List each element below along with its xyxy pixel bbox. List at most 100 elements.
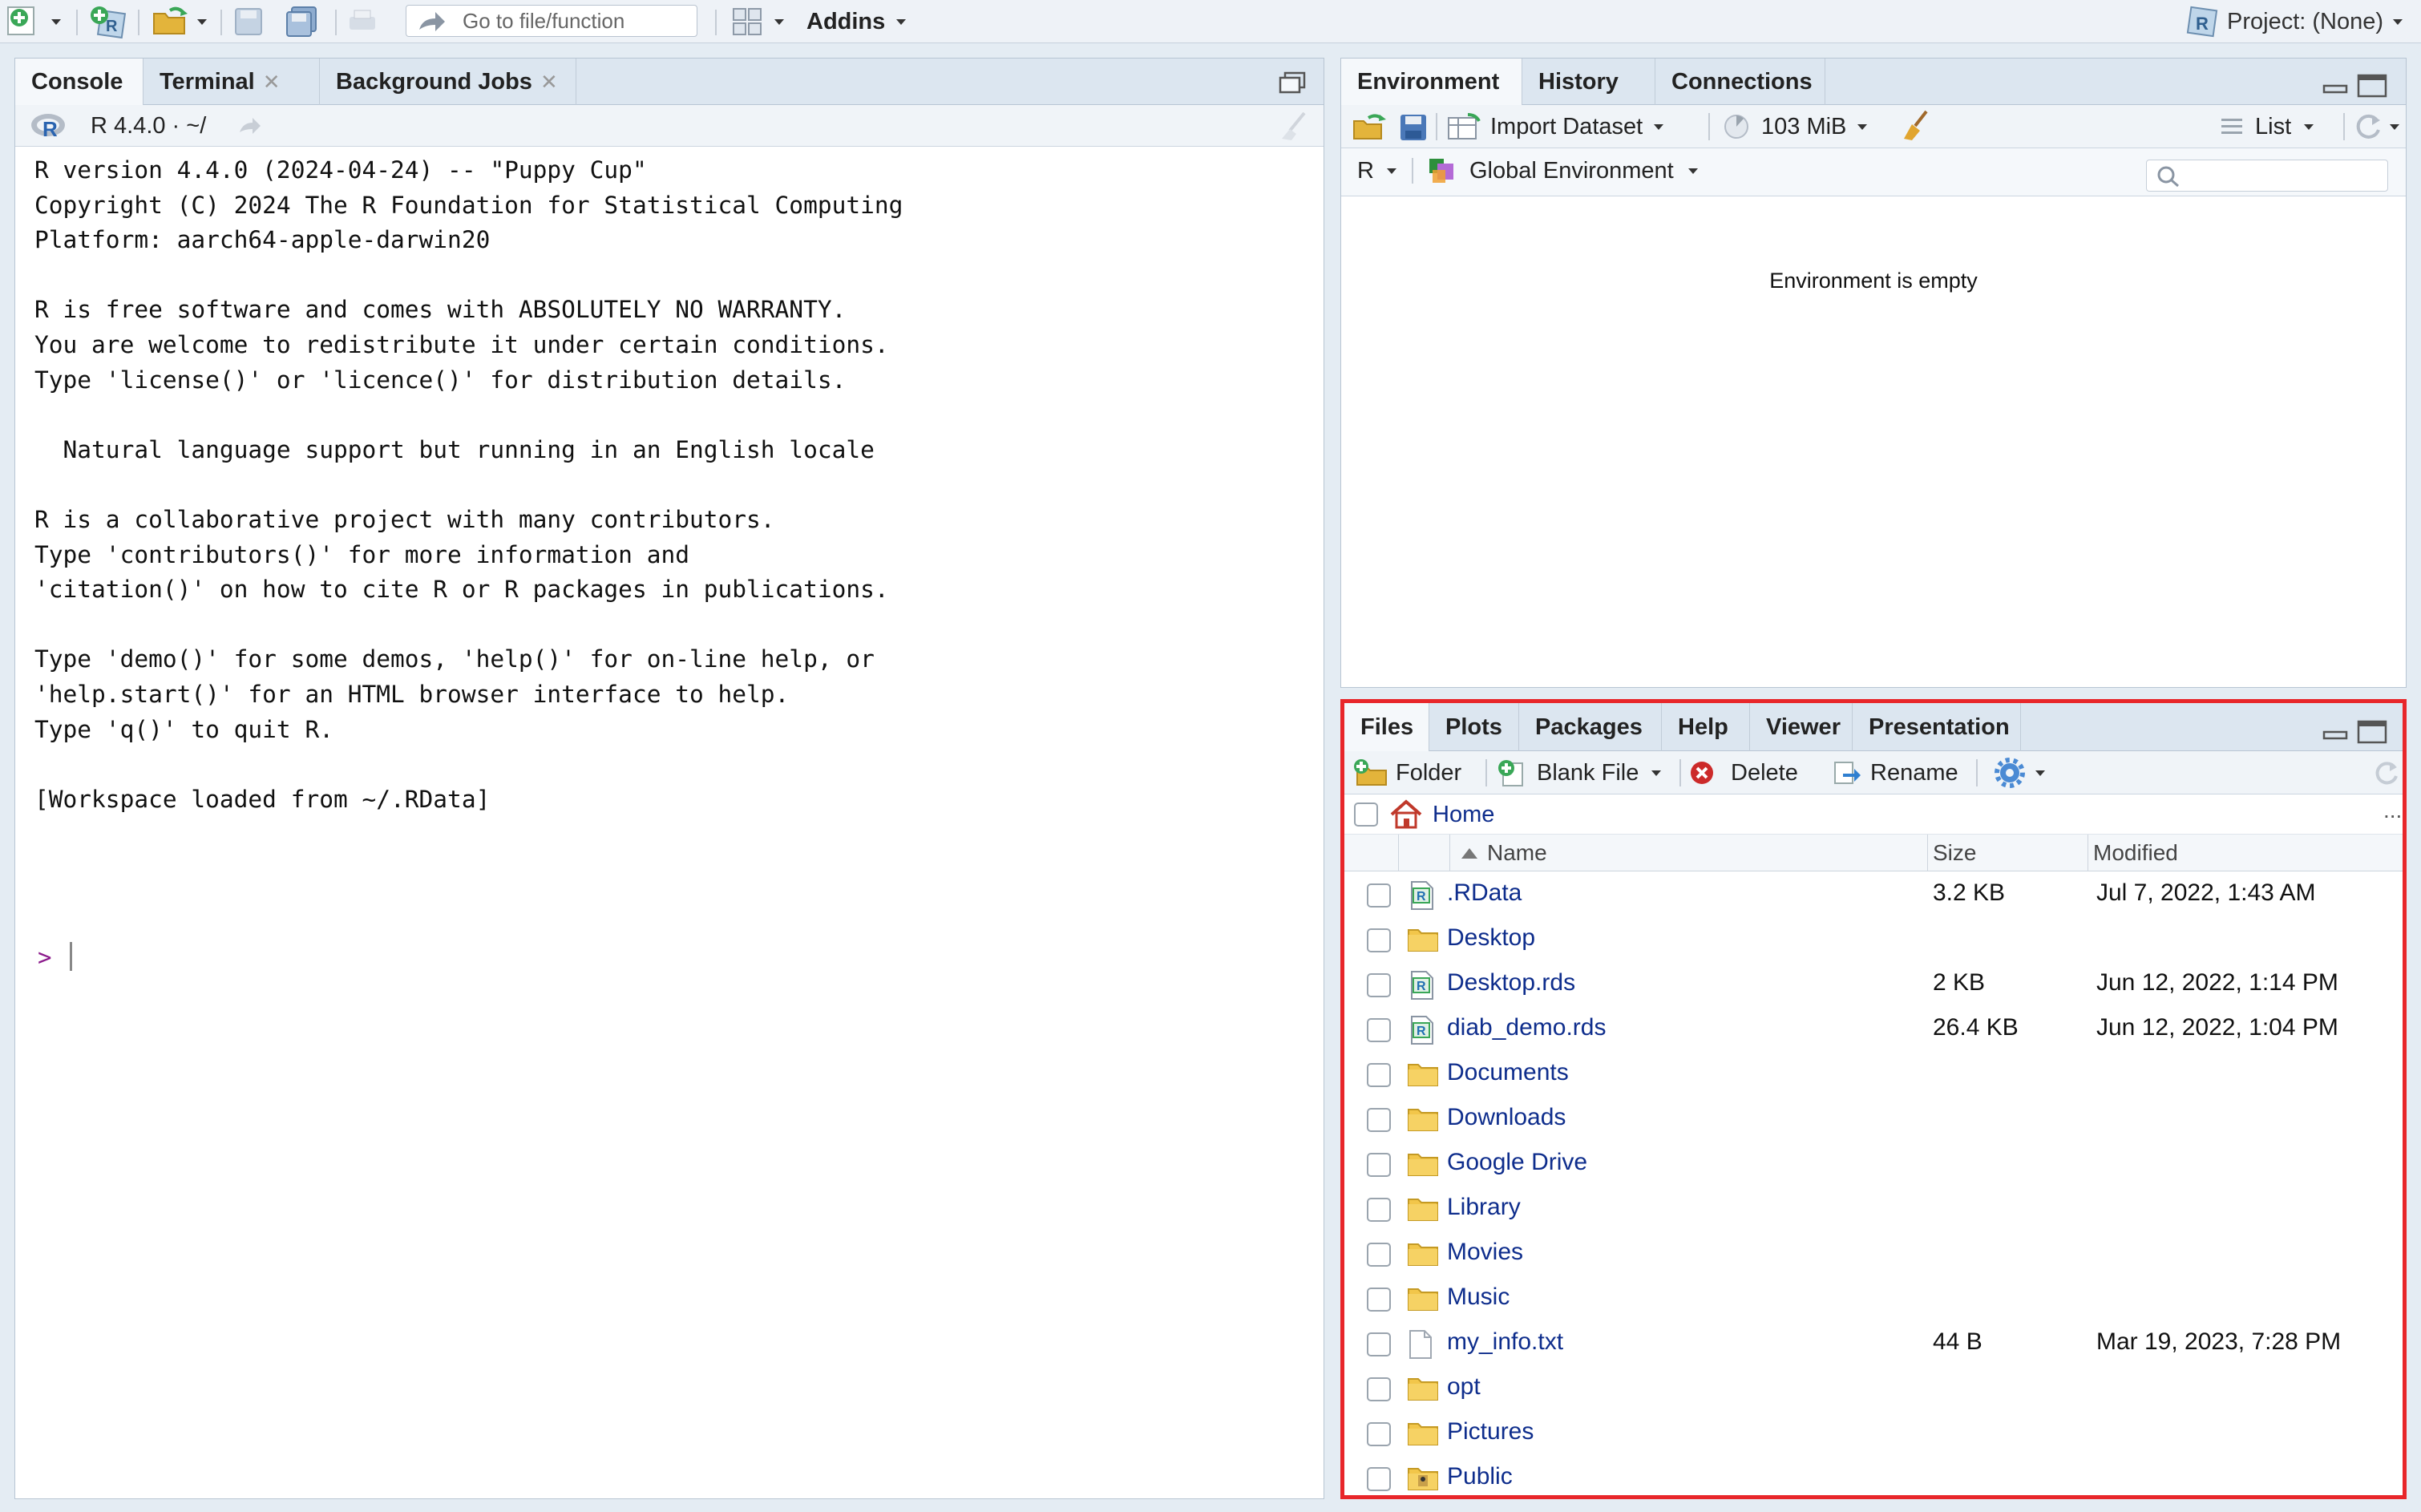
file-checkbox[interactable] bbox=[1367, 1377, 1391, 1401]
tab-background-jobs[interactable]: Background Jobs ✕ bbox=[320, 59, 576, 105]
file-row[interactable]: Movies bbox=[1344, 1232, 2403, 1277]
maximize-pane-icon[interactable] bbox=[2356, 719, 2388, 745]
maximize-pane-icon[interactable] bbox=[2356, 73, 2388, 99]
import-dataset-button[interactable]: Import Dataset bbox=[1447, 105, 1664, 148]
tab-plots[interactable]: Plots bbox=[1429, 703, 1519, 751]
save-button[interactable] bbox=[232, 0, 265, 43]
file-row[interactable]: R Desktop.rds 2 KB Jun 12, 2022, 1:14 PM bbox=[1344, 963, 2403, 1008]
file-checkbox[interactable] bbox=[1367, 928, 1391, 952]
home-icon[interactable] bbox=[1389, 799, 1423, 830]
file-row[interactable]: my_info.txt 44 B Mar 19, 2023, 7:28 PM bbox=[1344, 1322, 2403, 1367]
file-row[interactable]: Pictures bbox=[1344, 1412, 2403, 1457]
project-menu[interactable]: R Project: (None) bbox=[2185, 0, 2403, 43]
size-column-header[interactable]: Size bbox=[1928, 835, 2088, 871]
minimize-pane-icon[interactable] bbox=[2321, 73, 2350, 97]
minimize-pane-icon[interactable] bbox=[2321, 719, 2350, 743]
tab-connections[interactable]: Connections bbox=[1655, 59, 1825, 105]
file-name-link[interactable]: Pictures bbox=[1447, 1418, 1534, 1445]
tab-presentation[interactable]: Presentation bbox=[1853, 703, 2021, 751]
file-row[interactable]: Music bbox=[1344, 1277, 2403, 1322]
file-row[interactable]: Rdiab_demo.rds 26.4 KB Jun 12, 2022, 1:04 … bbox=[1344, 1008, 2403, 1053]
file-name-link[interactable]: Movies bbox=[1447, 1239, 1523, 1266]
more-path-button[interactable]: ... bbox=[2383, 798, 2402, 823]
file-checkbox[interactable] bbox=[1367, 1332, 1391, 1356]
refresh-icon[interactable] bbox=[2372, 759, 2401, 786]
file-name-link[interactable]: my_info.txt bbox=[1447, 1328, 1563, 1356]
files-more-menu[interactable] bbox=[1994, 751, 2045, 794]
global-environment-menu[interactable]: Global Environment bbox=[1426, 148, 1698, 193]
rename-button[interactable]: Rename bbox=[1832, 751, 1958, 794]
file-row[interactable]: Google Drive bbox=[1344, 1142, 2403, 1187]
refresh-environment-button[interactable] bbox=[2353, 105, 2399, 148]
memory-usage-button[interactable]: 103 MiB bbox=[1723, 105, 1868, 148]
close-icon[interactable]: ✕ bbox=[263, 70, 281, 95]
go-to-file-input[interactable]: Go to file/function bbox=[406, 5, 697, 37]
file-checkbox[interactable] bbox=[1367, 1063, 1391, 1087]
file-name-link[interactable]: Library bbox=[1447, 1194, 1521, 1221]
file-name-link[interactable]: Documents bbox=[1447, 1059, 1569, 1086]
file-row[interactable]: Desktop bbox=[1344, 918, 2403, 963]
file-checkbox[interactable] bbox=[1367, 1467, 1391, 1491]
view-mode-menu[interactable]: List bbox=[2220, 105, 2314, 148]
delete-button[interactable]: Delete bbox=[1689, 751, 1798, 794]
file-checkbox[interactable] bbox=[1367, 1288, 1391, 1312]
new-folder-button[interactable]: Folder bbox=[1352, 751, 1461, 794]
tab-files[interactable]: Files bbox=[1344, 703, 1429, 751]
file-name-link[interactable]: Public bbox=[1447, 1463, 1513, 1490]
file-checkbox[interactable] bbox=[1367, 1243, 1391, 1267]
tab-packages[interactable]: Packages bbox=[1519, 703, 1662, 751]
broom-icon[interactable] bbox=[1899, 110, 1933, 142]
new-file-button[interactable] bbox=[6, 0, 61, 43]
clear-console-icon[interactable] bbox=[1275, 111, 1311, 140]
addins-menu[interactable]: Addins bbox=[806, 0, 907, 43]
save-workspace-icon[interactable] bbox=[1399, 113, 1428, 142]
file-row[interactable]: Documents bbox=[1344, 1053, 2403, 1098]
print-button[interactable] bbox=[346, 0, 378, 43]
workspace-panes-button[interactable] bbox=[731, 0, 784, 43]
file-row[interactable]: R .RData 3.2 KB Jul 7, 2022, 1:43 AM bbox=[1344, 873, 2403, 918]
file-row[interactable]: opt bbox=[1344, 1367, 2403, 1412]
public-folder-icon bbox=[1407, 1464, 1438, 1494]
file-row[interactable]: Library bbox=[1344, 1187, 2403, 1232]
file-checkbox[interactable] bbox=[1367, 1018, 1391, 1042]
modified-column-header[interactable]: Modified bbox=[2088, 835, 2409, 871]
tab-help[interactable]: Help bbox=[1662, 703, 1750, 751]
tab-console[interactable]: Console bbox=[15, 59, 143, 105]
console-input-cursor[interactable] bbox=[70, 942, 72, 971]
file-checkbox[interactable] bbox=[1367, 1198, 1391, 1222]
file-checkbox[interactable] bbox=[1367, 1422, 1391, 1446]
close-icon[interactable]: ✕ bbox=[540, 70, 558, 95]
file-checkbox[interactable] bbox=[1367, 883, 1391, 908]
file-name-link[interactable]: .RData bbox=[1447, 879, 1522, 907]
file-name-link[interactable]: diab_demo.rds bbox=[1447, 1014, 1606, 1041]
file-row[interactable]: Downloads bbox=[1344, 1098, 2403, 1142]
file-name-link[interactable]: opt bbox=[1447, 1373, 1481, 1401]
file-size: 26.4 KB bbox=[1933, 1014, 2019, 1041]
select-all-checkbox[interactable] bbox=[1354, 802, 1378, 827]
tab-history[interactable]: History bbox=[1522, 59, 1655, 105]
name-column-header[interactable]: Name bbox=[1450, 835, 1928, 871]
console-output[interactable]: R version 4.4.0 (2024-04-24) -- "Puppy C… bbox=[34, 153, 903, 817]
file-row[interactable]: Public bbox=[1344, 1457, 2403, 1495]
new-project-button[interactable]: R bbox=[88, 0, 128, 43]
file-name-link[interactable]: Desktop bbox=[1447, 924, 1535, 952]
save-all-button[interactable] bbox=[284, 0, 319, 43]
blank-file-button[interactable]: Blank File bbox=[1497, 751, 1662, 794]
breadcrumb-home-link[interactable]: Home bbox=[1433, 802, 1494, 828]
file-checkbox[interactable] bbox=[1367, 973, 1391, 997]
load-workspace-icon[interactable] bbox=[1352, 111, 1391, 142]
restore-pane-icon[interactable] bbox=[1277, 70, 1309, 95]
file-name-link[interactable]: Google Drive bbox=[1447, 1149, 1587, 1176]
file-checkbox[interactable] bbox=[1367, 1153, 1391, 1177]
tab-terminal[interactable]: Terminal ✕ bbox=[143, 59, 320, 105]
environment-search-input[interactable] bbox=[2146, 160, 2388, 192]
language-menu[interactable]: R bbox=[1357, 148, 1396, 193]
tab-environment[interactable]: Environment bbox=[1341, 59, 1522, 105]
open-file-button[interactable] bbox=[152, 0, 207, 43]
tab-viewer[interactable]: Viewer bbox=[1750, 703, 1853, 751]
file-name-link[interactable]: Music bbox=[1447, 1284, 1510, 1311]
file-checkbox[interactable] bbox=[1367, 1108, 1391, 1132]
file-name-link[interactable]: Desktop.rds bbox=[1447, 969, 1575, 997]
go-to-directory-icon[interactable] bbox=[238, 116, 262, 135]
file-name-link[interactable]: Downloads bbox=[1447, 1104, 1566, 1131]
